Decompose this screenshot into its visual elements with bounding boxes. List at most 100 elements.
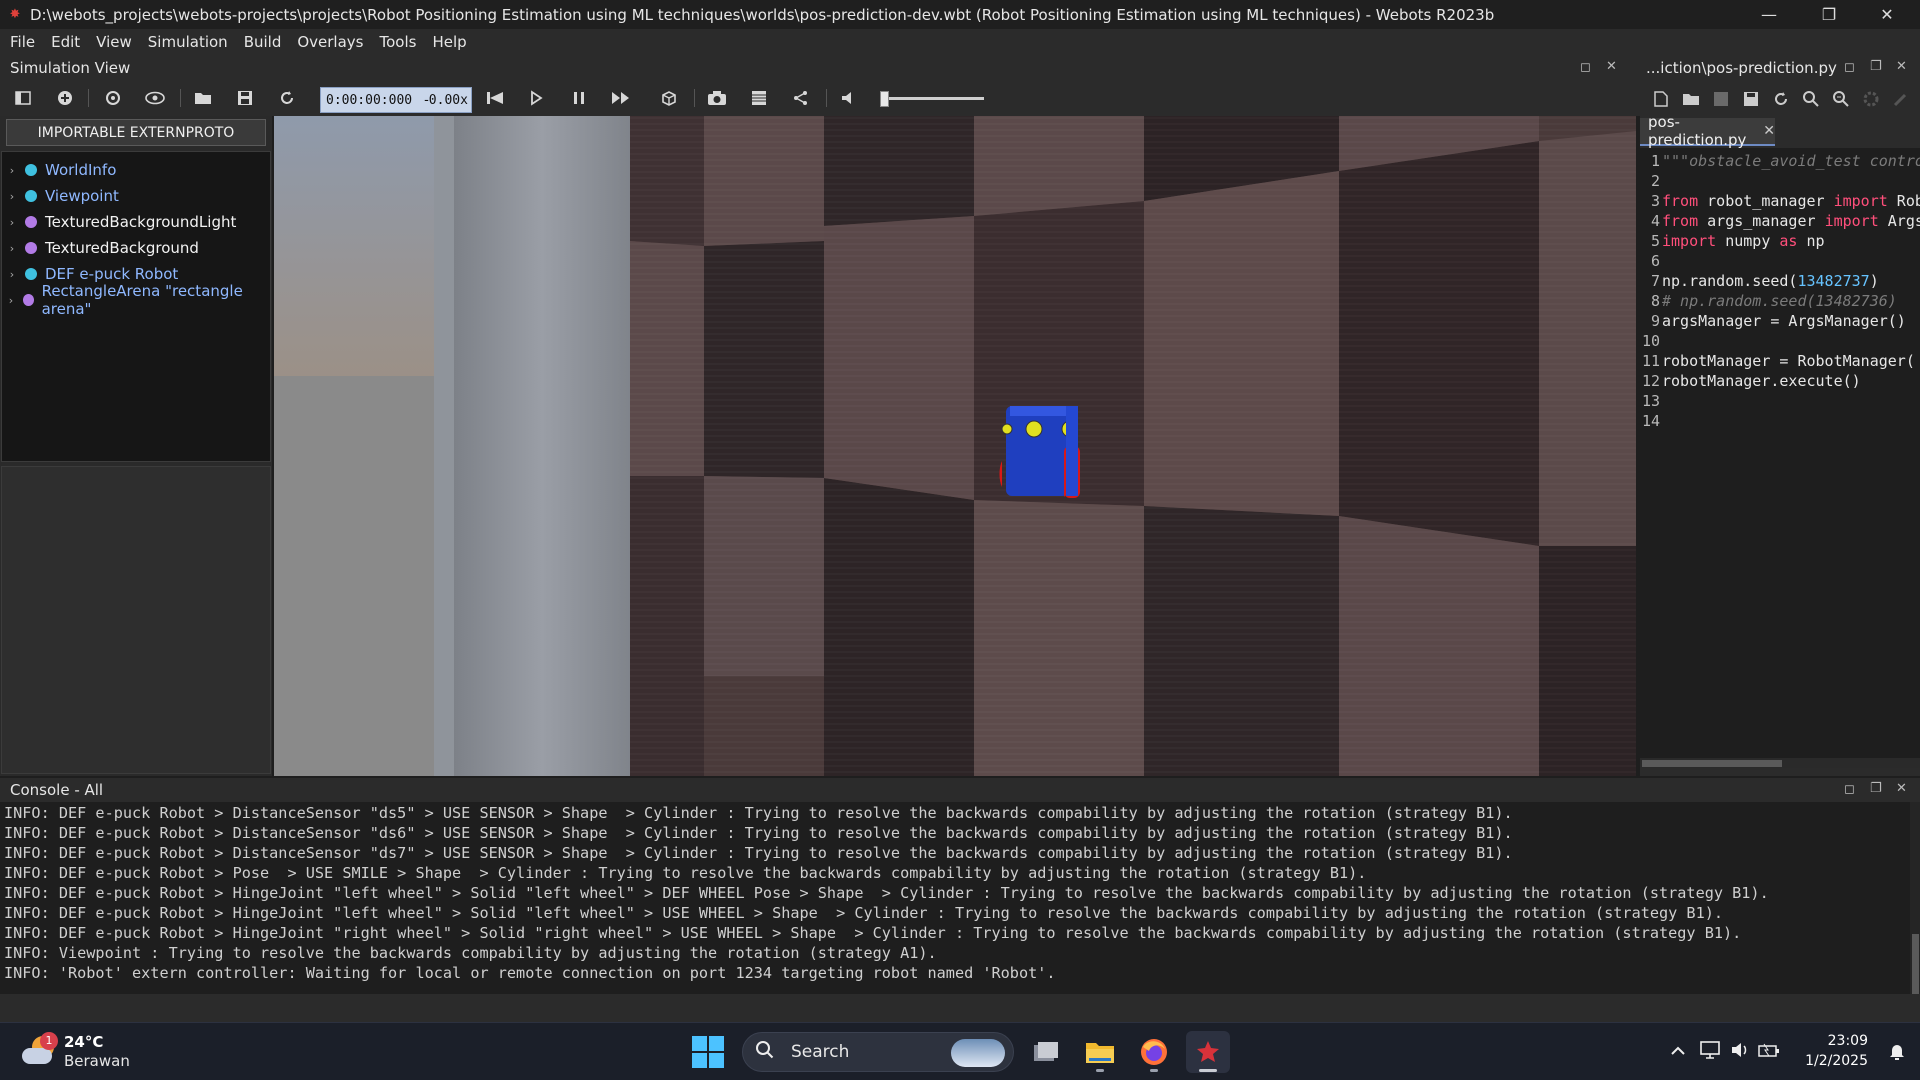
scene-tree-item[interactable]: › Viewpoint xyxy=(2,184,270,208)
save-file-button[interactable] xyxy=(1710,88,1732,110)
console-vertical-scrollbar[interactable] xyxy=(1910,802,1920,994)
editor-close-icon[interactable]: ✕ xyxy=(1896,59,1907,74)
weather-widget[interactable]: 1 24°C Berawan xyxy=(20,1029,130,1075)
dock-float-icon[interactable]: ◻ xyxy=(1580,60,1591,75)
simulation-time: 0:00:00:000 xyxy=(326,92,413,108)
menu-file[interactable]: File xyxy=(2,29,43,56)
start-button[interactable] xyxy=(692,1036,724,1068)
chevron-right-icon[interactable]: › xyxy=(2,294,20,307)
menu-help[interactable]: Help xyxy=(424,29,474,56)
code-line: 3from robot_manager import RobotManager xyxy=(1640,192,1920,212)
clean-button[interactable] xyxy=(1890,88,1912,110)
replace-button[interactable] xyxy=(1830,88,1852,110)
restore-button[interactable]: ❐ xyxy=(1800,0,1858,29)
code-editor[interactable]: 1"""obstacle_avoid_test controller."""2 3… xyxy=(1640,148,1920,768)
menu-edit[interactable]: Edit xyxy=(43,29,88,56)
rendering-button[interactable] xyxy=(656,86,682,110)
visibility-button[interactable] xyxy=(142,86,168,110)
code-line: 1"""obstacle_avoid_test controller.""" xyxy=(1640,152,1920,172)
chevron-right-icon[interactable]: › xyxy=(2,268,22,281)
webots-taskbar-button[interactable] xyxy=(1186,1031,1230,1073)
console-float-icon[interactable]: ◻ xyxy=(1844,782,1855,797)
line-number: 13 xyxy=(1641,392,1660,410)
save-as-button[interactable] xyxy=(1740,88,1762,110)
code-token: import xyxy=(1833,192,1888,210)
chevron-right-icon[interactable]: › xyxy=(2,190,22,203)
tab-close-icon[interactable]: ✕ xyxy=(1763,123,1775,139)
line-text: robotManager.execute() xyxy=(1662,372,1861,392)
chevron-up-icon[interactable] xyxy=(1670,1041,1686,1060)
screenshot-button[interactable] xyxy=(704,86,730,110)
scene-tree-item[interactable]: › WorldInfo xyxy=(2,158,270,182)
reset-simulation-button[interactable] xyxy=(482,86,508,110)
add-node-button[interactable] xyxy=(52,86,78,110)
importable-externproto-button[interactable]: IMPORTABLE EXTERNPROTO xyxy=(6,119,266,146)
simulation-time-display: 0:00:00:000 - 0.00x xyxy=(320,87,472,113)
toggle-scene-tree-button[interactable] xyxy=(10,86,36,110)
editor-float-icon[interactable]: ◻ xyxy=(1844,60,1855,75)
mute-button[interactable] xyxy=(836,86,862,110)
close-window-button[interactable]: ✕ xyxy=(1858,0,1916,29)
console-line: INFO: DEF e-puck Robot > HingeJoint "lef… xyxy=(4,904,1724,922)
code-token: # np.random.seed(13482736) xyxy=(1662,292,1897,310)
revert-file-button[interactable] xyxy=(1770,88,1792,110)
menu-build[interactable]: Build xyxy=(236,29,290,56)
console-restore-icon[interactable]: ❐ xyxy=(1870,781,1882,796)
reload-node-button[interactable] xyxy=(100,86,126,110)
console-panel: Console - All ◻ ❐ ✕ INFO: DEF e-puck Rob… xyxy=(0,778,1920,1022)
menu-overlays[interactable]: Overlays xyxy=(289,29,371,56)
fast-forward-button[interactable] xyxy=(608,86,634,110)
scene-tree-item[interactable]: › TexturedBackground xyxy=(2,236,270,260)
menu-view[interactable]: View xyxy=(88,29,140,56)
open-world-button[interactable] xyxy=(190,86,216,110)
chevron-right-icon[interactable]: › xyxy=(2,216,22,229)
editor-tab[interactable]: pos-prediction.py ✕ xyxy=(1640,113,1775,149)
file-explorer-button[interactable] xyxy=(1078,1031,1122,1073)
volume-slider[interactable] xyxy=(880,91,984,107)
scene-tree-item[interactable]: › TexturedBackgroundLight xyxy=(2,210,270,234)
line-text: np.random.seed(13482737) xyxy=(1662,272,1879,292)
step-button[interactable] xyxy=(524,86,550,110)
menu-simulation[interactable]: Simulation xyxy=(140,29,236,56)
volume-handle[interactable] xyxy=(880,91,889,107)
editor-restore-icon[interactable]: ❐ xyxy=(1870,59,1882,74)
folder-icon xyxy=(1086,1043,1114,1063)
eye-icon xyxy=(145,91,165,105)
save-world-button[interactable] xyxy=(232,86,258,110)
scene-tree-item[interactable]: › RectangleArena "rectangle arena" xyxy=(2,282,270,318)
dock-close-icon[interactable]: ✕ xyxy=(1606,59,1617,74)
code-horizontal-scrollbar[interactable] xyxy=(1640,758,1920,768)
clock[interactable]: 23:09 1/2/2025 xyxy=(1805,1031,1868,1071)
webots-app-icon: ✸ xyxy=(9,7,21,22)
code-token: robot_manager xyxy=(1698,192,1834,210)
volume-icon[interactable] xyxy=(1730,1041,1750,1063)
line-text: # np.random.seed(13482736) xyxy=(1662,292,1897,312)
chevron-right-icon[interactable]: › xyxy=(2,242,22,255)
battery-icon[interactable] xyxy=(1758,1041,1780,1063)
find-button[interactable] xyxy=(1800,88,1822,110)
network-icon[interactable] xyxy=(1700,1041,1720,1063)
scene-tree-item-label: WorldInfo xyxy=(45,161,117,179)
minimize-button[interactable]: — xyxy=(1740,0,1798,29)
fast-forward-icon xyxy=(612,92,629,104)
notification-bell-icon[interactable] xyxy=(1888,1043,1906,1065)
pause-button[interactable] xyxy=(566,86,592,110)
share-button[interactable] xyxy=(788,86,814,110)
reload-world-button[interactable] xyxy=(274,86,300,110)
record-movie-button[interactable] xyxy=(746,86,772,110)
e-puck-robot[interactable] xyxy=(999,406,1080,498)
task-view-button[interactable] xyxy=(1024,1031,1068,1073)
new-file-button[interactable] xyxy=(1650,88,1672,110)
search-highlight-image xyxy=(951,1039,1005,1067)
console-close-icon[interactable]: ✕ xyxy=(1896,781,1907,796)
code-token: as xyxy=(1779,232,1798,250)
firefox-button[interactable] xyxy=(1132,1031,1176,1073)
build-button[interactable] xyxy=(1860,88,1882,110)
taskbar-search[interactable]: Search xyxy=(742,1032,1014,1072)
open-file-button[interactable] xyxy=(1680,88,1702,110)
chevron-right-icon[interactable]: › xyxy=(2,164,22,177)
3d-view[interactable] xyxy=(274,116,1636,776)
save-disabled-icon xyxy=(1714,92,1728,106)
menu-tools[interactable]: Tools xyxy=(371,29,424,56)
console-line: INFO: DEF e-puck Robot > HingeJoint "lef… xyxy=(4,884,1769,902)
